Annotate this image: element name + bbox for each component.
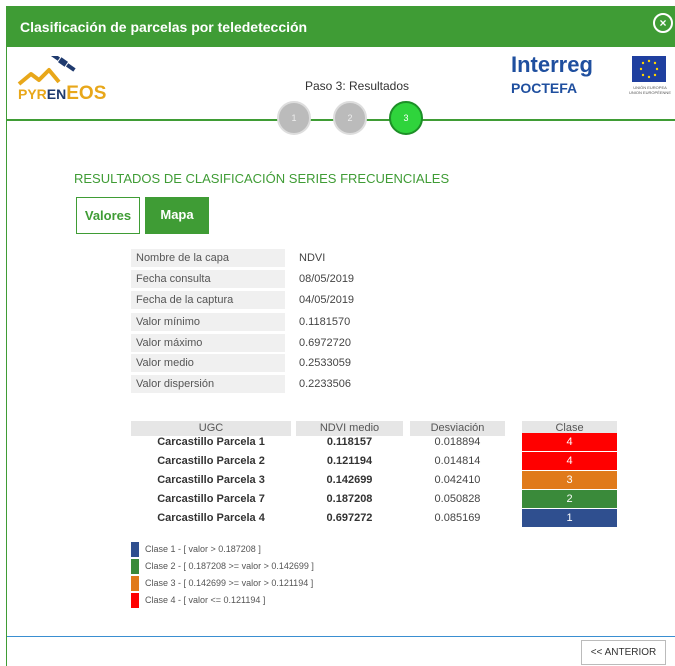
row-ugc: Carcastillo Parcela 3 bbox=[157, 474, 265, 486]
info-label: Nombre de la capa bbox=[131, 249, 285, 267]
pyreneos-logo: PYRENEOS bbox=[17, 52, 117, 104]
tab-mapa[interactable]: Mapa bbox=[145, 197, 209, 234]
info-label: Valor mínimo bbox=[131, 313, 285, 331]
interreg-logo: Interreg POCTEFA UNIÓN EUROPEA UNION EUR… bbox=[507, 52, 671, 102]
logo-text-pyr: PYR bbox=[18, 86, 47, 102]
dialog: Clasificación de parcelas por teledetecc… bbox=[6, 6, 675, 666]
info-value: 04/05/2019 bbox=[299, 294, 355, 306]
footer-divider bbox=[7, 636, 675, 637]
legend-swatch bbox=[131, 593, 139, 608]
legend-swatch bbox=[131, 542, 139, 557]
dialog-title: Clasificación de parcelas por teledetecc… bbox=[20, 19, 308, 35]
eu-caption-2: UNION EUROPÉENNE bbox=[628, 90, 671, 95]
logo-text-en: EN bbox=[46, 86, 67, 102]
row-clase-badge: 3 bbox=[522, 471, 617, 489]
row-clase-badge: 2 bbox=[522, 490, 617, 508]
row-ndvi: 0.187208 bbox=[326, 493, 373, 505]
tab-valores[interactable]: Valores bbox=[76, 197, 140, 234]
row-clase-badge: 4 bbox=[522, 452, 617, 470]
interreg-text: Interreg bbox=[511, 52, 593, 77]
legend-swatch bbox=[131, 559, 139, 574]
logo-text-eos: EOS bbox=[66, 83, 107, 104]
step-1[interactable]: 1 bbox=[277, 101, 311, 135]
info-value: 0.2233506 bbox=[299, 378, 351, 390]
step-label: Paso 3: Resultados bbox=[304, 79, 410, 93]
legend-item: Clase 2 - [ 0.187208 >= valor > 0.142699… bbox=[145, 561, 314, 571]
legend-swatch bbox=[131, 576, 139, 591]
row-ugc: Carcastillo Parcela 1 bbox=[157, 436, 265, 448]
row-ugc: Carcastillo Parcela 4 bbox=[157, 512, 265, 524]
poctefa-text: POCTEFA bbox=[511, 80, 578, 96]
row-ndvi: 0.697272 bbox=[326, 512, 373, 524]
dialog-titlebar: Clasificación de parcelas por teledetecc… bbox=[7, 6, 675, 47]
row-clase-badge: 4 bbox=[522, 433, 617, 451]
info-label: Valor máximo bbox=[131, 334, 285, 352]
row-desviacion: 0.085169 bbox=[434, 512, 481, 524]
row-desviacion: 0.042410 bbox=[434, 474, 481, 486]
info-value: 0.6972720 bbox=[299, 337, 351, 349]
row-desviacion: 0.050828 bbox=[434, 493, 481, 505]
legend-item: Clase 1 - [ valor > 0.187208 ] bbox=[145, 544, 261, 554]
close-icon[interactable]: × bbox=[653, 13, 673, 33]
step-3[interactable]: 3 bbox=[389, 101, 423, 135]
step-2[interactable]: 2 bbox=[333, 101, 367, 135]
legend-item: Clase 3 - [ 0.142699 >= valor > 0.121194… bbox=[145, 578, 314, 588]
row-clase-badge: 1 bbox=[522, 509, 617, 527]
row-desviacion: 0.014814 bbox=[434, 455, 481, 467]
row-ndvi: 0.121194 bbox=[326, 455, 373, 467]
info-label: Fecha de la captura bbox=[131, 291, 285, 309]
row-ugc: Carcastillo Parcela 2 bbox=[157, 455, 265, 467]
info-value: 0.1181570 bbox=[299, 316, 351, 328]
info-label: Valor medio bbox=[131, 354, 285, 372]
info-value: 08/05/2019 bbox=[299, 273, 355, 285]
section-title: RESULTADOS DE CLASIFICACIÓN SERIES FRECU… bbox=[74, 171, 450, 186]
eu-flag-icon bbox=[632, 56, 666, 82]
row-ugc: Carcastillo Parcela 7 bbox=[157, 493, 265, 505]
info-label: Fecha consulta bbox=[131, 270, 285, 288]
anterior-button[interactable]: << ANTERIOR bbox=[581, 640, 666, 665]
info-label: Valor dispersión bbox=[131, 375, 285, 393]
row-desviacion: 0.018894 bbox=[434, 436, 481, 448]
row-ndvi: 0.142699 bbox=[326, 474, 373, 486]
info-value: NDVI bbox=[299, 252, 326, 264]
info-value: 0.2533059 bbox=[299, 357, 351, 369]
legend-item: Clase 4 - [ valor <= 0.121194 ] bbox=[145, 595, 266, 605]
row-ndvi: 0.118157 bbox=[326, 436, 373, 448]
